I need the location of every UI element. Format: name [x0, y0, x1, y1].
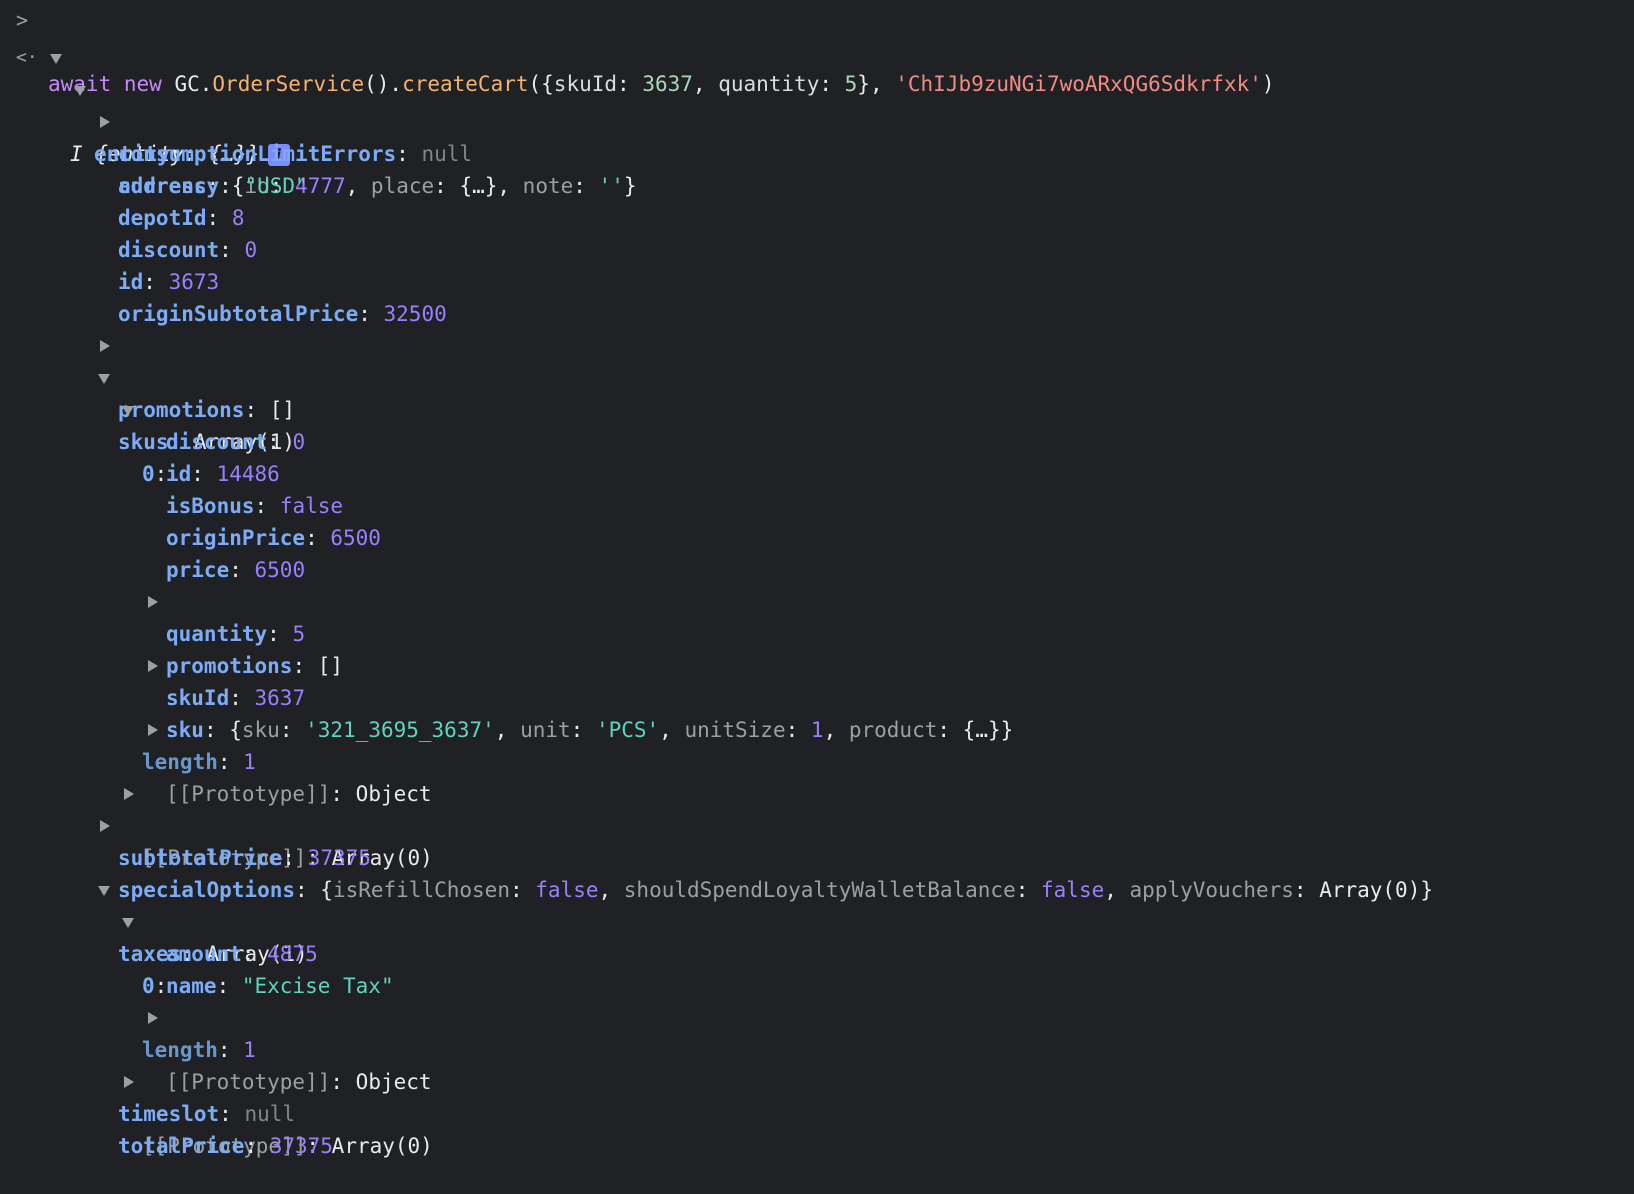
tree-node-entity[interactable]: entity:: [0, 74, 183, 166]
tree-leaf-subtotalPrice: subtotalPrice: 37375: [118, 846, 371, 870]
collapse-toggle-icon[interactable]: [100, 340, 110, 352]
tree-leaf-sku-originPrice: originPrice: 6500: [166, 526, 381, 550]
tree-node-sku-prototype[interactable]: [[Prototype]]: Object: [0, 714, 432, 806]
tree-leaf-consumptionLimitErrors: consumptionLimitErrors: null: [118, 142, 473, 166]
class-name: OrderService: [212, 72, 365, 96]
tree-leaf-sku-skuId: skuId: 3637: [166, 686, 306, 710]
method-name: createCart: [402, 72, 529, 96]
tree-node-skus[interactable]: skus: Array(1): [0, 362, 295, 454]
tree-leaf-originSubtotalPrice: originSubtotalPrice: 32500: [118, 302, 447, 326]
tree-leaf-depotId: depotId: 8: [118, 206, 245, 230]
tree-leaf-discount: discount: 0: [118, 238, 258, 262]
tree-node-sku-promotions[interactable]: promotions: []: [0, 586, 343, 678]
expand-toggle-icon[interactable]: [98, 374, 110, 384]
collapse-toggle-icon[interactable]: [100, 820, 110, 832]
tree-node-tax-prototype[interactable]: [[Prototype]]: Object: [0, 1002, 432, 1094]
console-result-line[interactable]: <· I {entity: {…}} i: [0, 42, 290, 166]
expand-toggle-icon[interactable]: [74, 86, 86, 96]
tree-node-skus-prototype[interactable]: [[Prototype]]: Array(0): [0, 778, 433, 870]
tree-leaf-sku-isBonus: isBonus: false: [166, 494, 344, 518]
tree-leaf-sku-price: price: 6500: [166, 558, 306, 582]
tree-leaf-sku-quantity: quantity: 5: [166, 622, 306, 646]
collapse-toggle-icon[interactable]: [148, 1012, 158, 1024]
tree-leaf-skus-length: length: 1: [142, 750, 256, 774]
tree-node-taxes-0[interactable]: 0:: [0, 906, 167, 998]
console-input-line[interactable]: > await new GC.OrderService().createCart…: [0, 4, 1275, 96]
collapse-toggle-icon[interactable]: [148, 660, 158, 672]
tree-node-address[interactable]: address: {id: 4777, place: {…}, note: ''…: [0, 106, 637, 198]
tree-node-specialOptions[interactable]: specialOptions: {isRefillChosen: false, …: [0, 810, 1433, 902]
collapse-toggle-icon[interactable]: [124, 788, 134, 800]
prompt-chevron-icon: >: [16, 8, 29, 32]
expand-toggle-icon[interactable]: [122, 918, 134, 928]
tree-node-taxes[interactable]: taxes: Array(1): [0, 874, 308, 966]
collapse-toggle-icon[interactable]: [148, 596, 158, 608]
tree-node-sku-sku[interactable]: sku: {sku: '321_3695_3637', unit: 'PCS',…: [0, 650, 1013, 742]
tree-leaf-tax-name: name: "Excise Tax": [166, 974, 394, 998]
expand-toggle-icon[interactable]: [98, 886, 110, 896]
expand-toggle-icon[interactable]: [122, 406, 134, 416]
new-keyword: new: [123, 72, 162, 96]
tree-leaf-totalPrice: totalPrice: 37375: [118, 1134, 333, 1158]
tree-leaf-sku-id: id: 14486: [166, 462, 280, 486]
collapse-toggle-icon[interactable]: [124, 1076, 134, 1088]
tree-leaf-id: id: 3673: [118, 270, 220, 294]
expand-toggle-icon[interactable]: [50, 54, 62, 64]
result-class-name: I: [70, 142, 83, 166]
tree-leaf-timeslot: timeslot: null: [118, 1102, 296, 1126]
tree-leaf-currency: currency: "USD": [118, 174, 308, 198]
tree-leaf-tax-amount: amount: 4875: [166, 942, 318, 966]
tree-leaf-taxes-length: length: 1: [142, 1038, 256, 1062]
collapse-toggle-icon[interactable]: [100, 116, 110, 128]
tree-node-skus-0[interactable]: 0:: [0, 394, 167, 486]
tree-node-promotions[interactable]: promotions: []: [0, 330, 295, 422]
return-arrow-icon: <·: [16, 47, 38, 68]
collapse-toggle-icon[interactable]: [148, 724, 158, 736]
devtools-console: > await new GC.OrderService().createCart…: [0, 0, 1634, 1166]
tree-leaf-sku-discount: discount: 0: [166, 430, 306, 454]
tree-node-taxes-prototype[interactable]: [[Prototype]]: Array(0): [0, 1066, 433, 1158]
